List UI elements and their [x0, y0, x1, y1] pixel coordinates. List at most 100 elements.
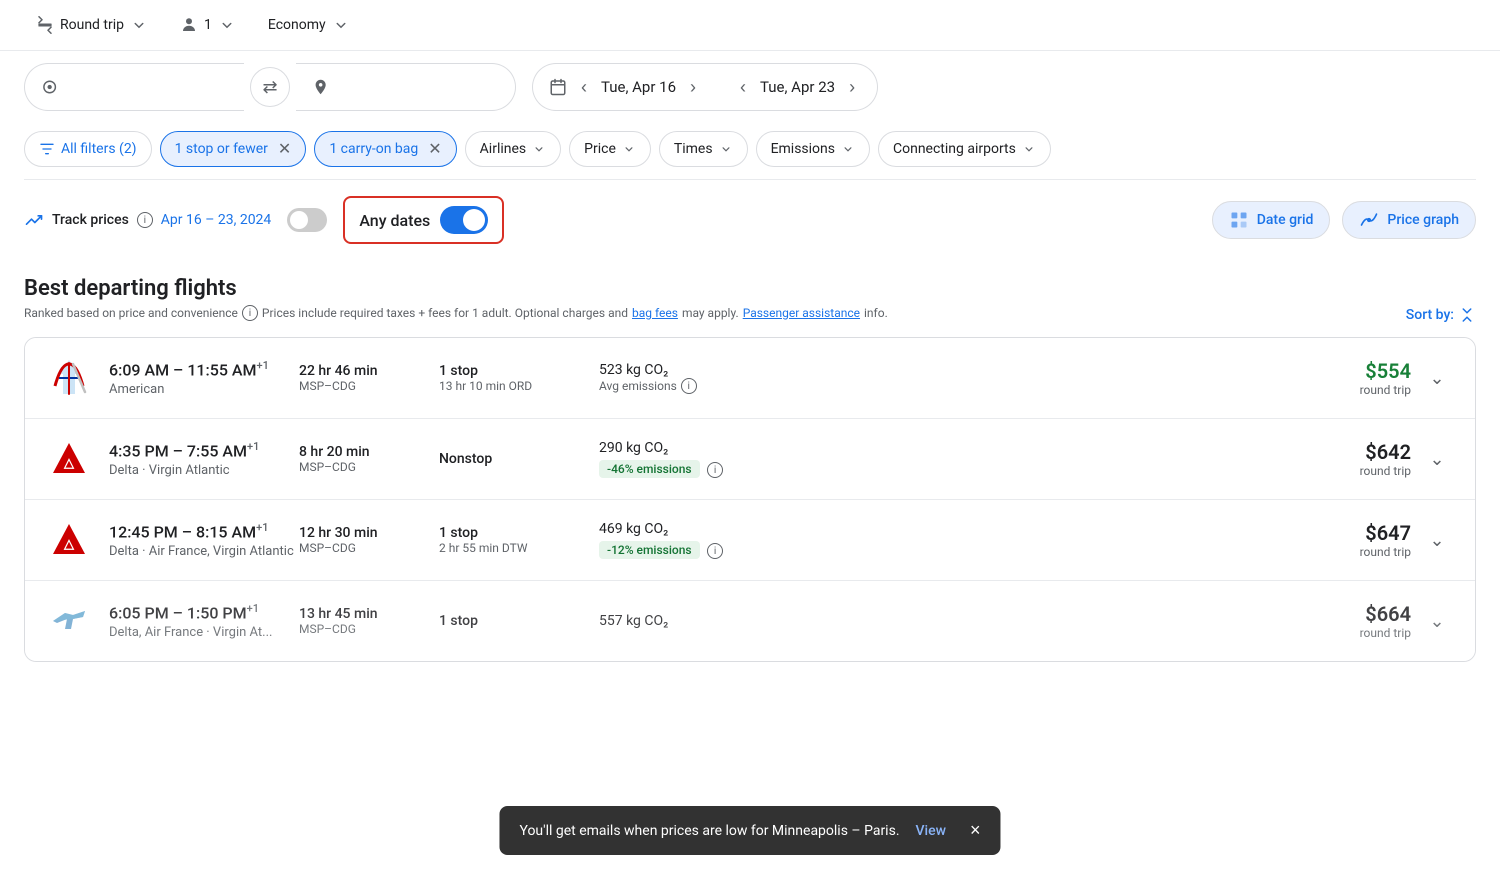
- flight-stops-1: Nonstop: [439, 451, 599, 467]
- cabin-class-button[interactable]: Economy: [256, 10, 362, 40]
- times-filter-button[interactable]: Times: [659, 131, 748, 167]
- airline-name-0: American: [109, 382, 299, 397]
- section-subtitle-row: Ranked based on price and convenience i …: [24, 305, 1476, 325]
- track-prices-label: Track prices: [52, 212, 129, 228]
- emissions-kg-2: 469 kg CO₂: [599, 521, 799, 537]
- stop-filter-button[interactable]: 1 stop or fewer ✕: [160, 131, 307, 167]
- flight-price-1: $642 round trip: [1360, 440, 1411, 478]
- bag-filter-close-icon[interactable]: ✕: [428, 141, 441, 157]
- filter-row: All filters (2) 1 stop or fewer ✕ 1 carr…: [0, 123, 1500, 179]
- date-grid-icon: [1229, 210, 1249, 230]
- times-filter-label: Times: [674, 141, 713, 157]
- emissions-info-icon-2[interactable]: i: [707, 543, 723, 559]
- expand-flight-0[interactable]: ⌄: [1419, 360, 1455, 396]
- airline-logo-delta2: △: [45, 516, 93, 564]
- any-dates-toggle[interactable]: [440, 206, 488, 234]
- return-prev-button[interactable]: ‹: [734, 73, 752, 102]
- emissions-chevron-icon: [841, 142, 855, 156]
- airlines-filter-button[interactable]: Airlines: [465, 131, 561, 167]
- expand-icon-0: ⌄: [1429, 368, 1444, 389]
- track-prices-row: Track prices i Apr 16 – 23, 2024 Any dat…: [0, 180, 1500, 260]
- section-subtitle: Ranked based on price and convenience i …: [24, 305, 888, 321]
- expand-icon-3: ⌄: [1429, 611, 1444, 632]
- all-filters-label: All filters (2): [61, 141, 137, 157]
- destination-icon: [312, 77, 329, 97]
- flight-price-3: $664 round trip: [1360, 602, 1411, 640]
- cabin-chevron-icon: [332, 16, 350, 34]
- section-title: Best departing flights: [24, 276, 1476, 301]
- destination-field[interactable]: Paris: [296, 63, 516, 111]
- depart-date-field[interactable]: ‹ Tue, Apr 16 ›: [532, 63, 718, 111]
- emissions-filter-button[interactable]: Emissions: [756, 131, 870, 167]
- connecting-airports-filter-button[interactable]: Connecting airports: [878, 131, 1051, 167]
- passengers-button[interactable]: 1: [168, 10, 248, 40]
- emissions-kg-3: 557 kg CO₂: [599, 613, 799, 629]
- flight-duration-0: 22 hr 46 min MSP–CDG: [299, 363, 439, 393]
- expand-flight-2[interactable]: ⌄: [1419, 522, 1455, 558]
- trip-type-label: Round trip: [60, 17, 124, 33]
- route-3: MSP–CDG: [299, 622, 439, 636]
- duration-3: 13 hr 45 min: [299, 606, 439, 622]
- track-prices-info-icon[interactable]: i: [137, 212, 153, 228]
- price-graph-button[interactable]: Price graph: [1342, 201, 1476, 239]
- round-trip-2: round trip: [1360, 545, 1411, 559]
- flight-row[interactable]: 6:05 PM – 1:50 PM+1 Delta, Air France · …: [25, 581, 1475, 661]
- date-grid-label: Date grid: [1257, 212, 1314, 228]
- airline-name-2: Delta · Air France, Virgin Atlantic: [109, 544, 299, 559]
- bag-filter-button[interactable]: 1 carry-on bag ✕: [314, 131, 456, 167]
- flight-row[interactable]: 6:09 AM – 11:55 AM+1 American 22 hr 46 m…: [25, 338, 1475, 419]
- any-dates-slider: [440, 206, 488, 234]
- track-prices-toggle[interactable]: [287, 208, 327, 232]
- depart-next-button[interactable]: ›: [684, 73, 702, 102]
- stop-filter-close-icon[interactable]: ✕: [278, 141, 291, 157]
- price-graph-label: Price graph: [1387, 212, 1459, 228]
- track-prices-slider: [287, 208, 327, 232]
- stops-0: 1 stop: [439, 363, 599, 379]
- toast-message: You'll get emails when prices are low fo…: [519, 823, 899, 839]
- swap-button[interactable]: ⇄: [250, 67, 290, 107]
- co2-sub-0: Avg emissions i: [599, 378, 799, 394]
- duration-1: 8 hr 20 min: [299, 444, 439, 460]
- toast-view-button[interactable]: View: [916, 823, 947, 839]
- flight-times-0: 6:09 AM – 11:55 AM+1 American: [109, 359, 299, 396]
- connecting-airports-label: Connecting airports: [893, 141, 1016, 157]
- emissions-info-icon-1[interactable]: i: [707, 462, 723, 478]
- all-filters-button[interactable]: All filters (2): [24, 131, 152, 167]
- return-next-button[interactable]: ›: [843, 73, 861, 102]
- expand-flight-3[interactable]: ⌄: [1419, 603, 1455, 639]
- expand-flight-1[interactable]: ⌄: [1419, 441, 1455, 477]
- flight-emissions-0: 523 kg CO₂ Avg emissions i: [599, 362, 799, 394]
- origin-field[interactable]: Minneapolis: [24, 63, 244, 111]
- flight-row[interactable]: △ 12:45 PM – 8:15 AM+1 Delta · Air Franc…: [25, 500, 1475, 581]
- expand-icon-2: ⌄: [1429, 530, 1444, 551]
- sort-by-label: Sort by:: [1406, 307, 1454, 323]
- times-chevron-icon: [719, 142, 733, 156]
- origin-input[interactable]: Minneapolis: [66, 78, 228, 97]
- flight-row[interactable]: △ 4:35 PM – 7:55 AM+1 Delta · Virgin Atl…: [25, 419, 1475, 500]
- airline-logo-delta: △: [45, 435, 93, 483]
- emissions-filter-label: Emissions: [771, 141, 835, 157]
- passenger-assistance-link[interactable]: Passenger assistance: [743, 306, 860, 320]
- flights-list: 6:09 AM – 11:55 AM+1 American 22 hr 46 m…: [24, 337, 1476, 662]
- emissions-info-icon-0[interactable]: i: [681, 378, 697, 394]
- date-grid-button[interactable]: Date grid: [1212, 201, 1331, 239]
- flight-times-2: 12:45 PM – 8:15 AM+1 Delta · Air France,…: [109, 521, 299, 558]
- trip-type-button[interactable]: Round trip: [24, 10, 160, 40]
- flight-time-3: 6:05 PM – 1:50 PM+1: [109, 602, 299, 622]
- return-date-field[interactable]: ‹ Tue, Apr 23 ›: [718, 63, 878, 111]
- price-filter-button[interactable]: Price: [569, 131, 651, 167]
- bag-fees-link[interactable]: bag fees: [632, 306, 678, 320]
- ranked-info-icon[interactable]: i: [242, 305, 258, 321]
- track-prices-date: Apr 16 – 23, 2024: [161, 212, 272, 228]
- sort-by-button[interactable]: Sort by:: [1406, 306, 1476, 324]
- price-2: $647: [1360, 521, 1411, 545]
- airlines-chevron-icon: [532, 142, 546, 156]
- toast-close-button[interactable]: ×: [970, 820, 981, 841]
- depart-prev-button[interactable]: ‹: [575, 73, 593, 102]
- airline-logo-american: [45, 354, 93, 402]
- flight-emissions-3: 557 kg CO₂: [599, 613, 799, 629]
- trip-type-chevron-icon: [130, 16, 148, 34]
- stops-2: 1 stop: [439, 525, 599, 541]
- prices-note: Prices include required taxes + fees for…: [262, 306, 628, 320]
- destination-input[interactable]: Paris: [337, 78, 499, 97]
